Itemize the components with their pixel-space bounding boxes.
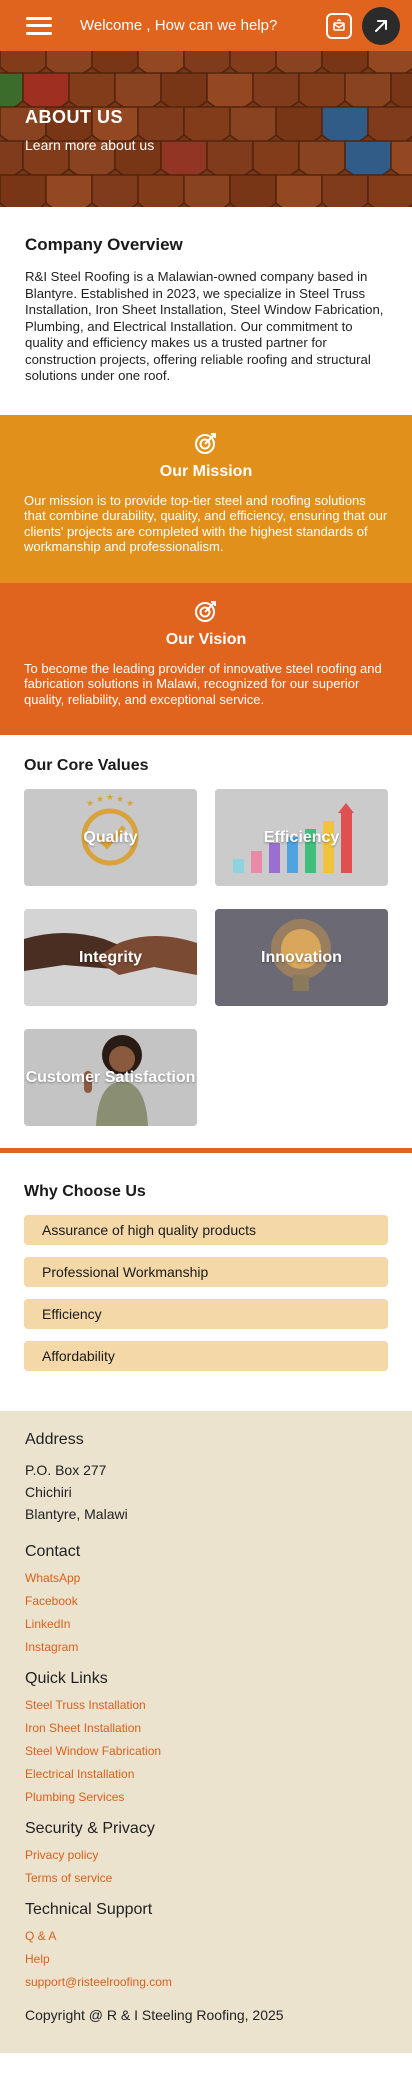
core-values-title: Our Core Values — [24, 756, 149, 774]
about-page: Welcome , How can we help? ABOUT US Lear… — [0, 0, 412, 2053]
support-title: Technical Support — [25, 1900, 153, 1918]
value-label: Integrity — [78, 948, 143, 966]
value-card-customer-satisfaction[interactable]: Customer Satisfaction — [24, 1028, 197, 1126]
terms-of-service-link[interactable]: Terms of service — [25, 1871, 387, 1885]
quick-links-title: Quick Links — [25, 1669, 108, 1687]
vision-section: Our Vision To become the leading provide… — [0, 582, 412, 735]
privacy-policy-link[interactable]: Privacy policy — [25, 1848, 387, 1862]
address-title: Address — [25, 1430, 84, 1448]
welcome-text: Welcome , How can we help? — [80, 17, 278, 34]
vision-text: To become the leading provider of innova… — [24, 660, 382, 707]
instagram-link[interactable]: Instagram — [25, 1640, 387, 1654]
value-card-efficiency[interactable]: Efficiency — [215, 788, 388, 886]
qa-link[interactable]: Q & A — [25, 1929, 387, 1943]
target-icon — [195, 432, 216, 454]
svg-text:★: ★ — [96, 794, 104, 804]
value-label: Efficiency — [263, 828, 340, 846]
support-email-link[interactable]: support@risteelroofing.com — [25, 1975, 387, 1989]
value-card-integrity[interactable]: Integrity — [24, 908, 197, 1006]
chat-mail-icon[interactable] — [326, 12, 352, 39]
svg-text:★: ★ — [116, 794, 124, 804]
why-item: Assurance of high quality products — [24, 1214, 388, 1245]
arrow-up-right-icon — [375, 19, 387, 32]
address-line: P.O. Box 277 — [25, 1461, 107, 1478]
value-card-quality[interactable]: ★ ★ ★ ★ ★ Quality — [24, 788, 197, 886]
quick-link[interactable]: Steel Truss Installation — [25, 1698, 387, 1712]
target-icon — [195, 600, 216, 622]
svg-text:★: ★ — [126, 798, 134, 808]
core-values-grid: ★ ★ ★ ★ ★ Quality Efficiency Integrity I… — [24, 788, 388, 1126]
mission-title: Our Mission — [159, 462, 253, 480]
footer: Address P.O. Box 277 Chichiri Blantyre, … — [0, 1410, 412, 2053]
overview-title: Company Overview — [25, 235, 183, 254]
address-block: P.O. Box 277 Chichiri Blantyre, Malawi — [25, 1459, 387, 1525]
hero-title: ABOUT US — [25, 107, 123, 127]
svg-text:★: ★ — [106, 792, 114, 802]
hero-subtitle: Learn more about us — [25, 137, 155, 153]
why-item: Professional Workmanship — [24, 1256, 388, 1287]
value-label: Innovation — [261, 948, 342, 966]
quick-link[interactable]: Steel Window Fabrication — [25, 1744, 387, 1758]
why-item: Efficiency — [24, 1298, 388, 1329]
linkedin-link[interactable]: LinkedIn — [25, 1617, 387, 1631]
why-title: Why Choose Us — [24, 1182, 146, 1200]
quick-link[interactable]: Electrical Installation — [25, 1767, 387, 1781]
value-label: Customer Satisfaction — [25, 1068, 196, 1086]
facebook-link[interactable]: Facebook — [25, 1594, 387, 1608]
company-overview-section: Company Overview R&I Steel Roofing is a … — [0, 207, 412, 415]
value-label: Quality — [83, 828, 138, 846]
value-card-innovation[interactable]: Innovation — [215, 908, 388, 1006]
address-line: Chichiri — [25, 1483, 72, 1500]
security-links: Privacy policy Terms of service — [25, 1848, 387, 1885]
mission-text: Our mission is to provide top-tier steel… — [24, 492, 388, 555]
hero-banner: ABOUT US Learn more about us — [0, 51, 412, 207]
why-item: Affordability — [24, 1340, 388, 1371]
vision-title: Our Vision — [165, 630, 247, 648]
hamburger-menu-icon[interactable] — [26, 16, 52, 35]
security-title: Security & Privacy — [25, 1819, 155, 1837]
address-line: Blantyre, Malawi — [25, 1505, 128, 1522]
whatsapp-link[interactable]: WhatsApp — [25, 1571, 387, 1585]
svg-text:★: ★ — [86, 798, 94, 808]
mission-section: Our Mission Our mission is to provide to… — [0, 414, 412, 583]
quick-links: Steel Truss Installation Iron Sheet Inst… — [25, 1698, 387, 1804]
top-bar: Welcome , How can we help? — [0, 0, 412, 51]
support-links: Q & A Help support@risteelroofing.com — [25, 1929, 387, 1989]
arrow-up-right-button[interactable] — [362, 6, 400, 45]
quick-link[interactable]: Plumbing Services — [25, 1790, 387, 1804]
copyright: Copyright @ R & I Steeling Roofing, 2025 — [25, 2006, 284, 2023]
contact-links: WhatsApp Facebook LinkedIn Instagram — [25, 1571, 387, 1654]
help-link[interactable]: Help — [25, 1952, 387, 1966]
contact-title: Contact — [25, 1542, 81, 1560]
why-choose-us-section: Why Choose Us Assurance of high quality … — [0, 1153, 412, 1411]
overview-text: R&I Steel Roofing is a Malawian-owned co… — [25, 269, 384, 383]
core-values-section: Our Core Values ★ ★ ★ ★ ★ Quality Effici… — [0, 735, 412, 1153]
quick-link[interactable]: Iron Sheet Installation — [25, 1721, 387, 1735]
